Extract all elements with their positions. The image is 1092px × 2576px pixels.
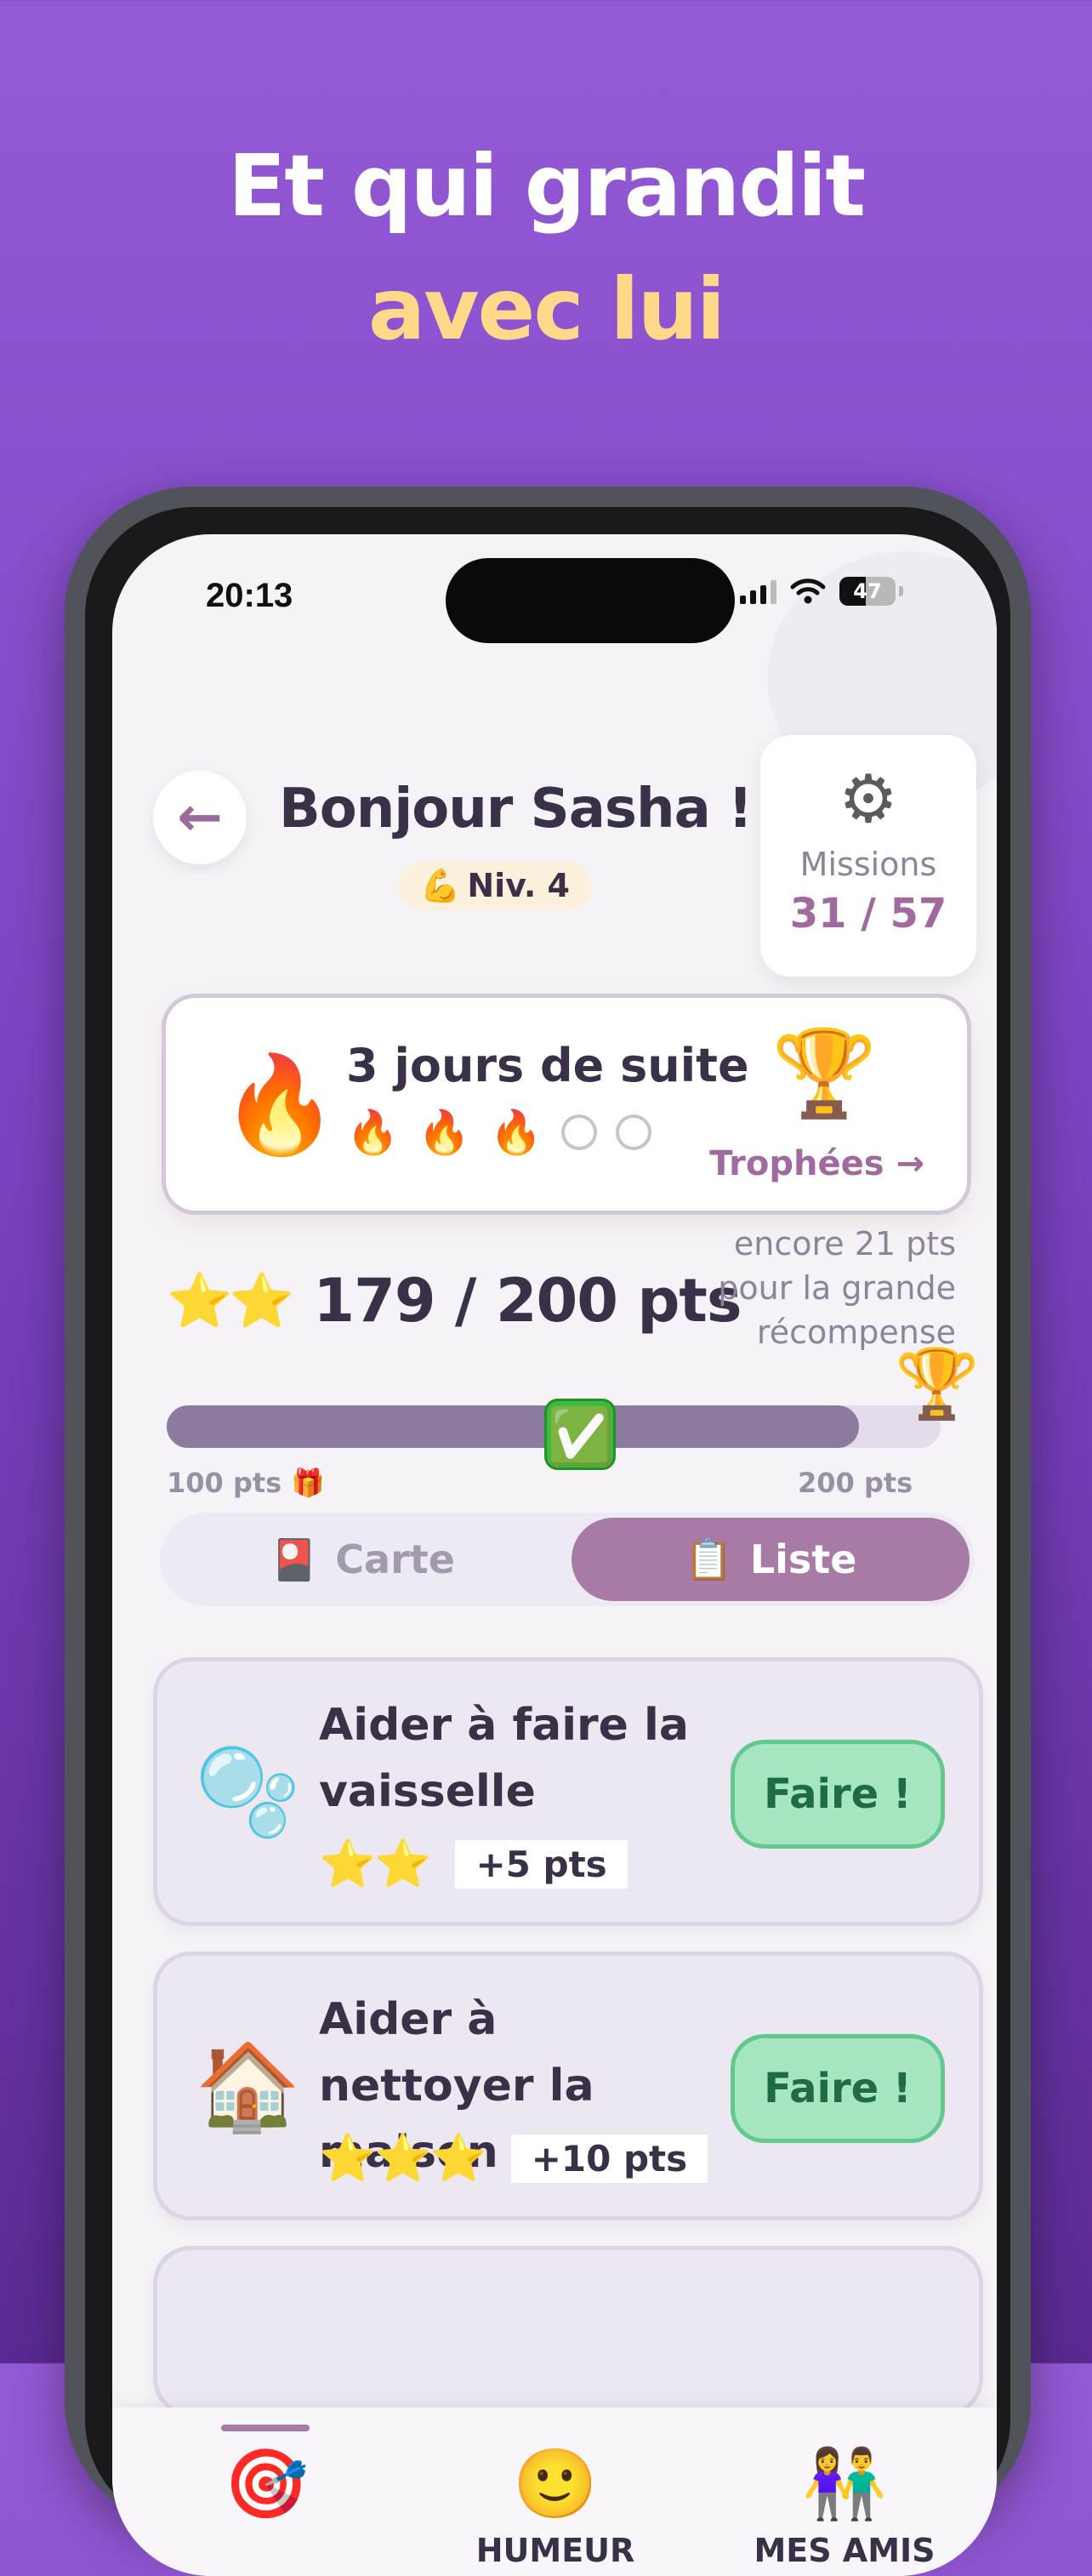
view-toggle: 🎴 Carte 📋 Liste <box>160 1513 975 1606</box>
app-screen: 20:13 47 ← Bonjour Sasha ! 💪 Niv. 4 ⚙ Mi… <box>112 534 997 2576</box>
toggle-liste[interactable]: 📋 Liste <box>572 1518 970 1601</box>
phone-frame: 20:13 47 ← Bonjour Sasha ! 💪 Niv. 4 ⚙ Mi… <box>65 487 1031 2576</box>
star-icon: ⭐⭐⭐ <box>319 2131 487 2185</box>
clipboard-icon: 📋 <box>684 1536 733 1582</box>
arrow-left-icon: ← <box>177 786 223 849</box>
grand-reward-trophy-icon: 🏆 <box>895 1344 980 1423</box>
bottom-tab-bar: 🎯 🙂 HUMEUR 👫 MES AMIS <box>112 2408 997 2576</box>
streak-day-done-icon: 🔥 <box>346 1108 400 1157</box>
missions-counter-card[interactable]: ⚙ Missions 31 / 57 <box>760 735 976 977</box>
gear-icon: ⚙ <box>839 761 898 838</box>
fire-icon: 🔥 <box>220 1050 339 1160</box>
streak-day-empty-circle <box>560 1114 597 1150</box>
card-icon: 🎴 <box>270 1536 319 1582</box>
smiley-icon: 🙂 <box>513 2444 598 2523</box>
star-icon: ⭐⭐ <box>167 1269 294 1331</box>
phone-bezel: 20:13 47 ← Bonjour Sasha ! 💪 Niv. 4 ⚙ Mi… <box>85 507 1010 2576</box>
streak-text: 3 jours de suite <box>346 1039 749 1092</box>
streak-day-empty-circle <box>615 1114 651 1150</box>
trophy-icon: 🏆 <box>771 1023 878 1123</box>
streak-day-done-icon: 🔥 <box>418 1108 471 1157</box>
level-badge: 💪 Niv. 4 <box>398 861 592 910</box>
streak-day-done-icon: 🔥 <box>489 1108 543 1157</box>
active-tab-indicator <box>221 2425 310 2431</box>
trophies-link[interactable]: Trophées → <box>709 1144 924 1183</box>
streak-days: 🔥 🔥 🔥 <box>346 1107 651 1158</box>
missions-count: 31 / 57 <box>789 890 947 938</box>
tab-label: HUMEUR <box>475 2532 635 2569</box>
milestone-200-label: 200 pts <box>798 1467 913 1499</box>
points-summary: ⭐⭐ 179 / 200 pts <box>167 1266 742 1336</box>
battery-level: 47 <box>853 579 882 603</box>
star-icon: ⭐⭐ <box>319 1837 431 1890</box>
headline-line1: Et qui grandit <box>227 136 866 236</box>
tab-mes-amis[interactable]: 👫 MES AMIS <box>738 2443 951 2569</box>
mission-reward: ⭐⭐ +5 pts <box>319 1837 628 1891</box>
bubbles-icon: 🫧 <box>195 1742 301 1842</box>
reward-note: encore 21 pts pour la grande récompense <box>718 1225 956 1351</box>
tab-label: MES AMIS <box>754 2532 936 2569</box>
wifi-icon <box>790 578 826 604</box>
do-mission-button[interactable]: Faire ! <box>731 1740 945 1849</box>
toggle-liste-label: Liste <box>749 1536 857 1582</box>
house-icon: 🏠 <box>195 2037 301 2136</box>
status-icons: 47 <box>740 577 903 606</box>
mission-reward: ⭐⭐⭐ +10 pts <box>319 2131 708 2186</box>
mission-points: +10 pts <box>510 2134 708 2183</box>
target-icon: 🎯 <box>224 2444 309 2523</box>
greeting-title: Bonjour Sasha ! <box>279 778 753 841</box>
mission-card-partial[interactable] <box>153 2246 983 2416</box>
battery-icon: 47 <box>839 577 896 606</box>
checkmark-icon: ✅ <box>544 1399 616 1470</box>
points-progress-bar: ✅ 🏆 <box>167 1346 980 1470</box>
back-button[interactable]: ← <box>153 771 247 864</box>
missions-label: Missions <box>799 846 937 883</box>
milestone-100-label: 100 pts 🎁 <box>167 1467 326 1499</box>
mission-title: Aider à faire la vaisselle <box>319 1700 689 1817</box>
toggle-carte[interactable]: 🎴 Carte <box>163 1518 561 1601</box>
friends-icon: 👫 <box>802 2444 887 2523</box>
status-time: 20:13 <box>206 577 293 614</box>
do-mission-button[interactable]: Faire ! <box>731 2034 945 2143</box>
headline-line2: avec lui <box>367 259 725 359</box>
points-total: 179 / 200 pts <box>313 1266 742 1336</box>
mission-card[interactable]: 🫧 Aider à faire la vaisselle ⭐⭐ +5 pts F… <box>153 1657 983 1926</box>
tab-missions[interactable]: 🎯 <box>160 2443 373 2532</box>
streak-card: 🔥 3 jours de suite 🔥 🔥 🔥 🏆 Trophées → <box>162 994 971 1215</box>
tab-humeur[interactable]: 🙂 HUMEUR <box>449 2443 662 2569</box>
mission-points: +5 pts <box>455 1839 628 1889</box>
toggle-carte-label: Carte <box>335 1536 455 1582</box>
progress-fill <box>167 1405 860 1448</box>
flexed-biceps-icon: 💪 <box>420 866 461 904</box>
mission-card[interactable]: 🏠 Aider à nettoyer la maison ⭐⭐⭐ +10 pts… <box>153 1952 983 2220</box>
level-label: Niv. 4 <box>467 867 570 904</box>
dynamic-island <box>446 558 735 643</box>
cellular-signal-icon <box>740 578 776 604</box>
